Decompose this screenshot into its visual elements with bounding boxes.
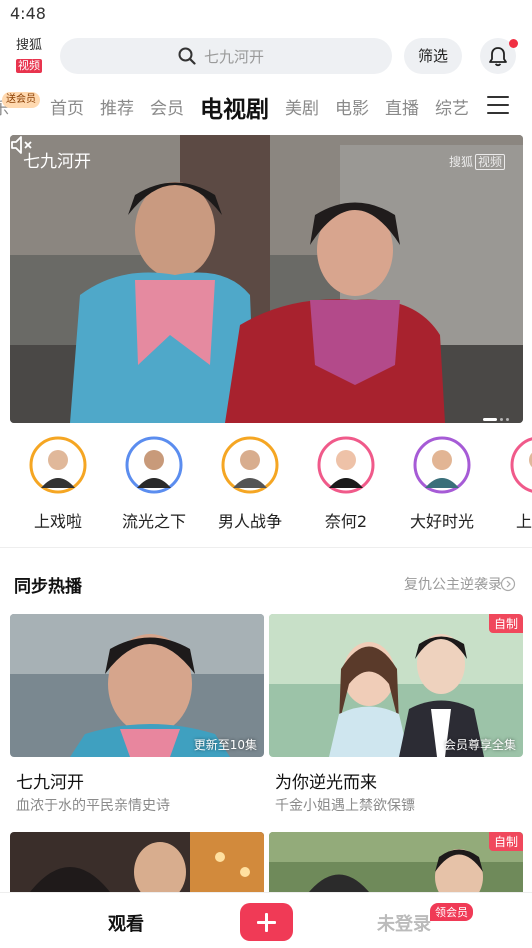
avatar [510, 436, 532, 494]
notification-button[interactable] [480, 38, 518, 74]
app-logo[interactable]: 搜狐 视频 [12, 38, 46, 73]
avatar [221, 436, 279, 494]
search-icon [178, 47, 196, 65]
status-bar: 4:48 [0, 0, 532, 30]
bell-icon [489, 47, 507, 67]
video-card[interactable]: 更新至10集 七九河开 血浓于水的平民亲情史诗 [10, 614, 264, 819]
search-placeholder: 七九河开 [204, 48, 265, 66]
channel-nav: 乐 送会员 首页 推荐 会员 电视剧 美剧 电影 直播 综艺 [0, 84, 532, 128]
star-name: 流光之下 [121, 512, 186, 531]
logo-text: 搜狐 [15, 38, 42, 53]
banner-watermark: 搜狐 视频 [449, 153, 505, 170]
section-more-link[interactable]: 复仇公主逆袭录 [404, 574, 502, 594]
star-item[interactable]: 上 [498, 436, 532, 532]
channel-menu-icon[interactable] [487, 96, 509, 114]
tab-vip[interactable]: 会员 [150, 94, 184, 119]
star-item[interactable]: 流光之下 [114, 436, 194, 532]
card-title: 七九河开 [16, 773, 84, 793]
status-time: 4:48 [10, 4, 46, 23]
promo-badge[interactable]: 送会员 [2, 92, 40, 108]
tab-recommend[interactable]: 推荐 [100, 94, 134, 119]
episode-status: 更新至10集 [193, 738, 257, 752]
star-name: 上 [516, 512, 532, 531]
tab-us-series[interactable]: 美剧 [285, 94, 319, 119]
mute-icon[interactable] [10, 135, 36, 155]
card-thumbnail: 更新至10集 [10, 614, 264, 757]
search-input[interactable]: 七九河开 [60, 38, 392, 74]
nav-login[interactable]: 未登录 [377, 910, 431, 936]
section-title: 同步热播 [14, 577, 82, 597]
original-badge: 自制 [488, 614, 523, 633]
star-name: 男人战争 [217, 512, 282, 531]
card-thumbnail: 自制 会员尊享全集 [269, 614, 523, 757]
notification-dot [509, 39, 518, 48]
filter-button[interactable]: 筛选 [404, 38, 462, 74]
avatar [29, 436, 87, 494]
logo-badge: 视频 [16, 59, 42, 73]
tab-home[interactable]: 首页 [50, 94, 84, 119]
tab-movies[interactable]: 电影 [335, 94, 369, 119]
star-item[interactable]: 男人战争 [210, 436, 290, 532]
card-thumbnail [269, 832, 523, 892]
card-subtitle: 千金小姐遇上禁欲保镖 [275, 798, 415, 814]
star-name: 上戏啦 [33, 512, 82, 531]
star-name: 大好时光 [409, 512, 474, 531]
tab-variety[interactable]: 综艺 [435, 94, 469, 119]
banner-image [10, 135, 523, 423]
card-subtitle: 血浓于水的平民亲情史诗 [16, 798, 170, 814]
avatar [413, 436, 471, 494]
section-divider [0, 547, 532, 548]
chevron-right-icon[interactable] [500, 576, 516, 592]
section-header: 同步热播 复仇公主逆袭录 [0, 560, 532, 606]
video-card[interactable] [10, 832, 264, 892]
card-thumbnail [10, 832, 264, 892]
star-name: 奈何2 [324, 512, 368, 531]
add-button[interactable] [240, 903, 293, 941]
bottom-nav: 观看 未登录 领会员 [0, 892, 532, 948]
episode-status: 会员尊享全集 [443, 738, 516, 752]
tab-live[interactable]: 直播 [385, 94, 419, 119]
avatar [317, 436, 375, 494]
original-badge: 自制 [488, 832, 523, 851]
hero-banner[interactable]: 七九河开 搜狐 视频 [10, 135, 523, 423]
video-card[interactable]: 自制 [269, 832, 523, 892]
vip-badge[interactable]: 领会员 [430, 903, 473, 921]
video-card[interactable]: 自制 会员尊享全集 为你逆光而来 千金小姐遇上禁欲保镖 [269, 614, 523, 819]
star-avatar-row: 上戏啦 流光之下 男人战争 奈何2 大好时光 上 [0, 436, 532, 540]
star-item[interactable]: 大好时光 [402, 436, 482, 532]
nav-watch[interactable]: 观看 [108, 910, 144, 936]
star-item[interactable]: 奈何2 [306, 436, 386, 532]
star-item[interactable]: 上戏啦 [18, 436, 98, 532]
banner-pagination [480, 409, 509, 423]
avatar [125, 436, 183, 494]
card-title: 为你逆光而来 [275, 773, 377, 793]
tab-tv-series[interactable]: 电视剧 [200, 90, 269, 124]
top-bar: 搜狐 视频 七九河开 筛选 [0, 30, 532, 82]
